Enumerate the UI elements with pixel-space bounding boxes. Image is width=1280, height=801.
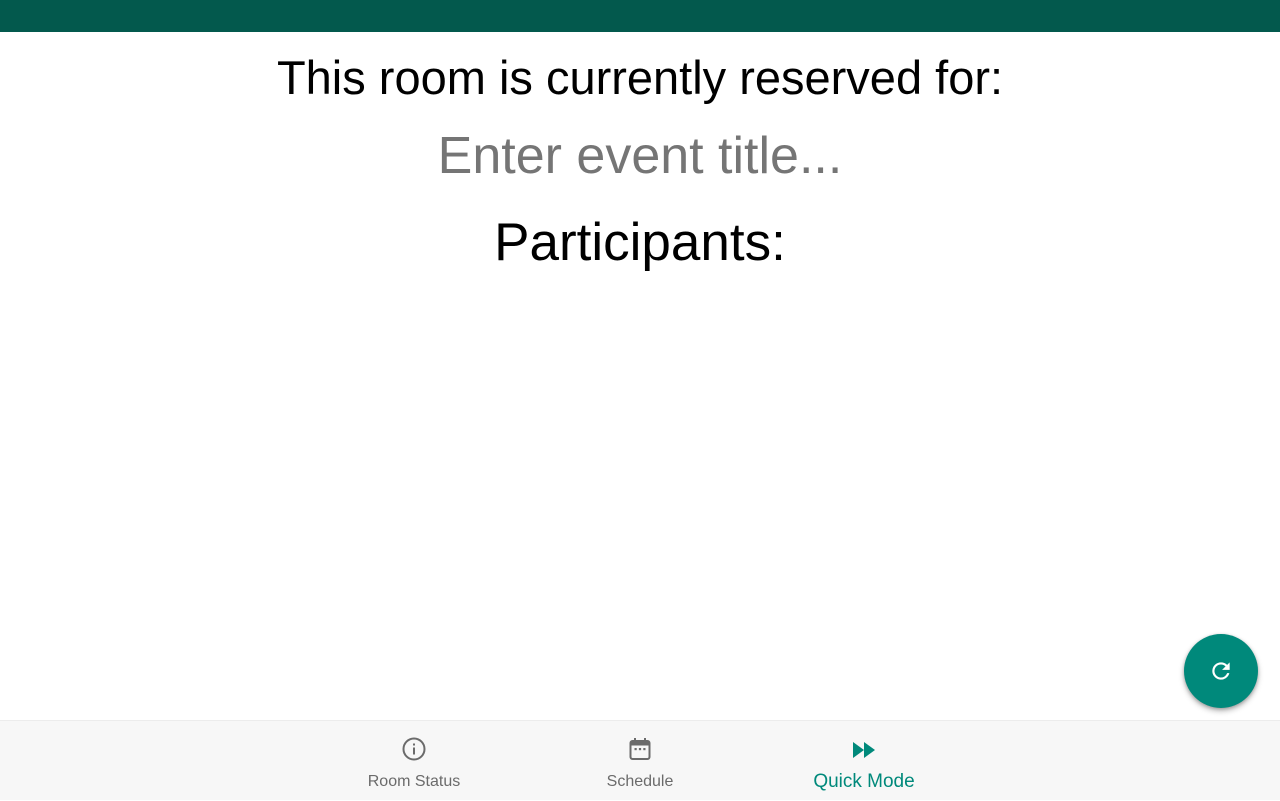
nav-label-schedule: Schedule [606, 773, 674, 790]
nav-label-quick-mode: Quick Mode [813, 771, 915, 792]
bottom-navigation: Room Status Schedule Quick Mode [0, 720, 1280, 800]
nav-label-room-status: Room Status [367, 773, 461, 790]
refresh-button[interactable] [1184, 634, 1258, 708]
nav-item-quick-mode[interactable]: Quick Mode [774, 721, 954, 801]
nav-item-room-status[interactable]: Room Status [324, 721, 504, 801]
reserved-heading: This room is currently reserved for: [276, 51, 1004, 104]
refresh-icon [1212, 662, 1230, 680]
participants-list [240, 292, 1040, 652]
participants-heading: Participants: [494, 213, 786, 272]
fast-forward-icon [853, 742, 875, 758]
info-icon [402, 737, 426, 761]
status-bar [0, 0, 1280, 32]
main-content: This room is currently reserved for: Par… [0, 32, 1280, 720]
event-title-input[interactable] [240, 124, 1040, 188]
calendar-icon [629, 738, 651, 760]
nav-item-schedule[interactable]: Schedule [550, 721, 730, 801]
